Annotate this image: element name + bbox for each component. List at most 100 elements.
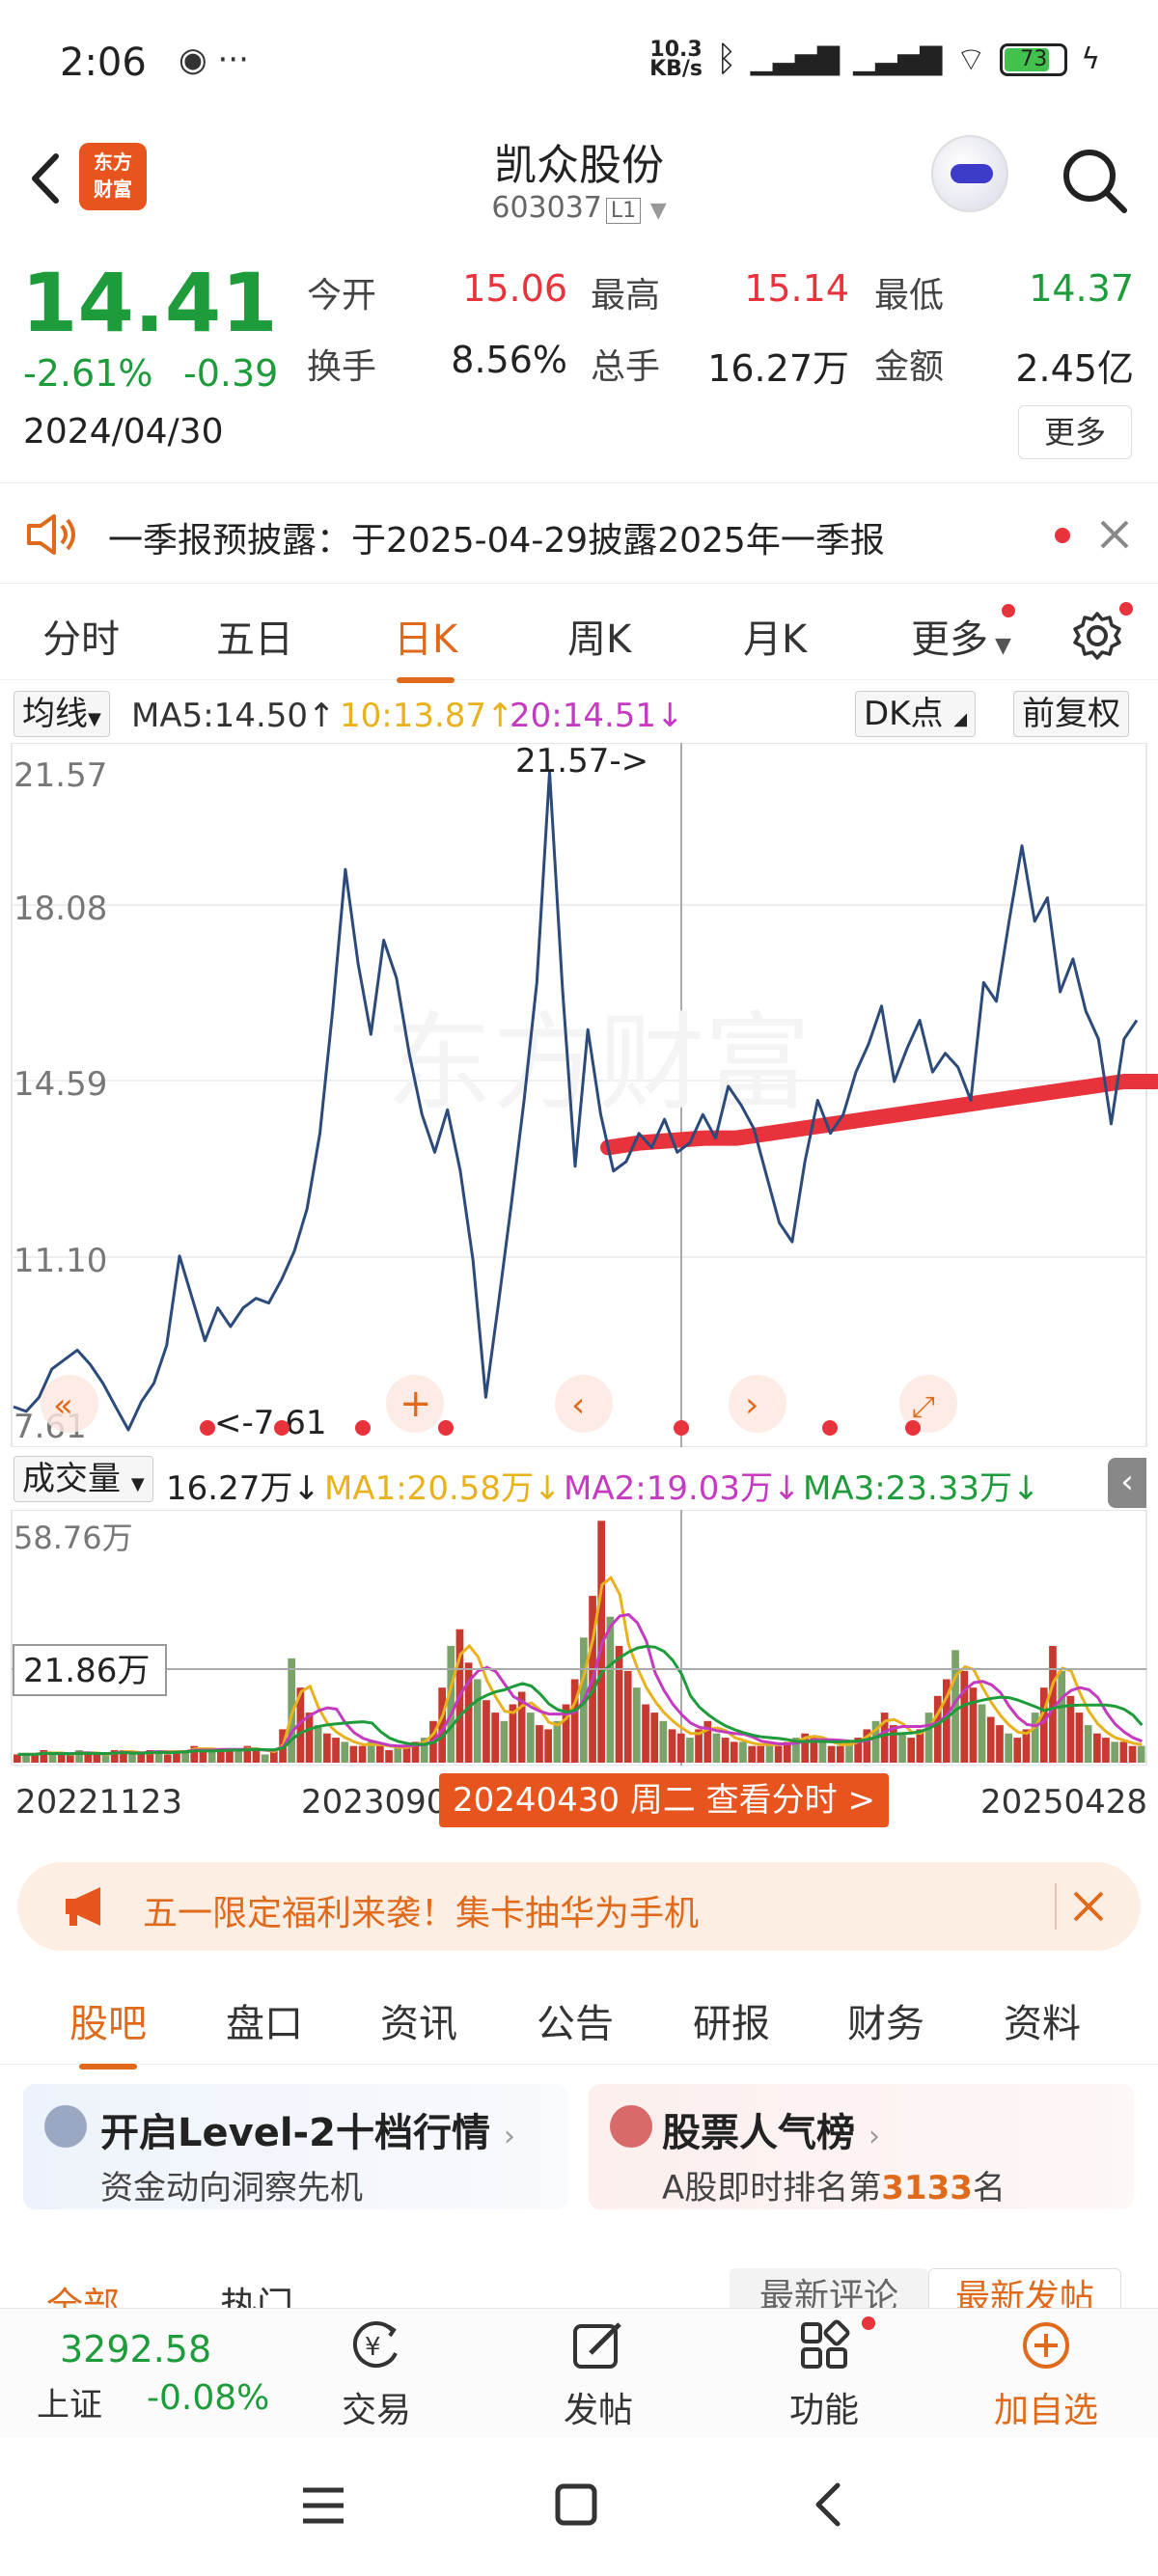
more-unread-dot [1002, 604, 1015, 617]
menu-icon[interactable] [299, 2484, 347, 2527]
more-quote-button[interactable]: 更多 [1018, 405, 1132, 459]
promo-text: 五一限定福利来袭！集卡抽华为手机 [143, 1894, 700, 1933]
status-bar: 2:06 ◉ ··· 10.3 KB/s ᛒ ▁▃▅▇ ▁▃▅▇ ⌔ 73 ϟ [0, 0, 1158, 125]
dk-point-button[interactable]: DK点 ◢ [855, 691, 977, 737]
level-badge: L1 [605, 198, 642, 224]
volume-chart[interactable]: 58.76万 21.86万 [0, 1509, 1158, 1767]
vol-ma3: MA3:23.33万↓ [803, 1469, 1040, 1508]
signal-dot [674, 1420, 689, 1436]
back-nav-icon[interactable] [809, 2480, 847, 2529]
period-tabs: 分时 五日 日K 周K 月K 更多 ▼ [0, 589, 1158, 683]
volume-bar [341, 1741, 349, 1763]
volume-bar [1005, 1733, 1012, 1763]
index-change[interactable]: -0.08% [147, 2378, 269, 2418]
volume-bar [261, 1754, 269, 1763]
k-line-chart[interactable]: 东方财富 21.57 18.08 14.59 11.10 7.61 21.57-… [0, 742, 1158, 1448]
level2-card[interactable]: 开启Level-2十档行情 › 资金动向洞察先机 [23, 2084, 568, 2209]
y-label-3: 14.59 [14, 1065, 107, 1104]
volume-bar [349, 1745, 358, 1763]
index-value[interactable]: 3292.58 [60, 2328, 211, 2370]
tab-monthly-k[interactable]: 月K [743, 608, 807, 664]
ma-type-selector[interactable]: 均线▼ [14, 691, 110, 737]
nav-function[interactable]: 功能 [757, 2318, 892, 2432]
zoom-in-button[interactable]: + [386, 1375, 444, 1433]
tab-five-day[interactable]: 五日 [216, 608, 293, 664]
open-label: 今开 [307, 276, 377, 315]
ma5-value: MA5:14.50↑ [131, 697, 336, 735]
volume-bar [536, 1725, 543, 1763]
volume-bar [491, 1713, 499, 1763]
tab-announcements[interactable]: 公告 [537, 1992, 614, 2048]
y-label-4: 11.10 [14, 1242, 107, 1280]
chevron-down-icon: ▼ [88, 709, 101, 729]
popularity-subtitle: A股即时排名第3133名 [662, 2169, 1006, 2207]
signal-2-icon: ▁▃▅▇ [852, 42, 943, 76]
open-value: 15.06 [462, 267, 567, 310]
home-icon[interactable] [554, 2482, 598, 2527]
volume-bar [1013, 1738, 1022, 1763]
tab-guba[interactable]: 股吧 [69, 1992, 147, 2069]
ma20-value: 20:14.51↓ [510, 697, 684, 735]
index-name[interactable]: 上证 [37, 2378, 102, 2425]
announcement-bar[interactable]: 一季报预披露：于2025-04-29披露2025年一季报 [0, 482, 1158, 584]
signal-dot [200, 1420, 215, 1436]
volume-bar [933, 1695, 942, 1763]
search-icon[interactable] [1057, 143, 1134, 220]
assistant-avatar[interactable] [931, 135, 1008, 212]
svg-text:‹: ‹ [571, 1385, 585, 1425]
volume-bar [757, 1745, 765, 1763]
nav-trade[interactable]: ¥ 交易 [309, 2318, 444, 2432]
tab-intraday[interactable]: 分时 [42, 608, 120, 664]
close-icon[interactable] [1098, 518, 1131, 551]
charging-icon: ϟ [1081, 42, 1100, 76]
turnover-value: 8.56% [451, 339, 567, 381]
megaphone-icon [66, 1887, 100, 1926]
popularity-card[interactable]: 股票人气榜 › A股即时排名第3133名 [589, 2084, 1134, 2209]
volume-bar [553, 1720, 562, 1763]
volume-bar [774, 1745, 783, 1763]
volume-bar [305, 1713, 314, 1763]
zoom-out-button[interactable]: « [41, 1375, 98, 1433]
axis-mid-date: 2023090 [301, 1783, 448, 1822]
adjust-mode-button[interactable]: 前复权 [1013, 691, 1129, 737]
settings-gear-icon[interactable] [1071, 610, 1123, 662]
bottom-nav: 3292.58 上证 -0.08% ¥ 交易 发帖 功能 加自选 [0, 2308, 1158, 2438]
trade-icon: ¥ [352, 2321, 398, 2368]
volume-bar [676, 1733, 685, 1763]
volume-bar [986, 1716, 995, 1763]
quote-panel: 14.41 -2.61% -0.39 2024/04/30 今开 15.06 最… [0, 246, 1158, 478]
volume-bar [527, 1713, 535, 1763]
signal-icon: ▁▃▅▇ [750, 42, 840, 76]
tab-more[interactable]: 更多 ▼ [911, 608, 1011, 664]
volume-bar [1128, 1745, 1137, 1763]
close-icon[interactable] [1071, 1889, 1106, 1924]
ma10-value: 10:13.87↑ [340, 697, 514, 735]
volume-bar [1111, 1741, 1118, 1763]
tab-pankou[interactable]: 盘口 [226, 1992, 303, 2048]
volume-type-selector[interactable]: 成交量 ▼ [14, 1456, 153, 1502]
speaker-icon [27, 514, 75, 555]
selected-date-badge[interactable]: 20240430 周二 查看分时 > [439, 1773, 889, 1827]
scroll-left-button[interactable]: ‹ [555, 1375, 613, 1433]
volume-bar [358, 1745, 367, 1763]
tab-profile[interactable]: 资料 [1004, 1992, 1081, 2048]
volume-indicator-row: 成交量 ▼ 16.27万↓ MA1:20.58万↓ MA2:19.03万↓ MA… [0, 1452, 1158, 1510]
scroll-right-button[interactable]: › [729, 1375, 786, 1433]
ranking-icon [610, 2105, 652, 2148]
tab-research[interactable]: 研报 [693, 1992, 770, 2048]
volume-top-label: 58.76万 [14, 1520, 133, 1556]
promo-banner[interactable]: 五一限定福利来袭！集卡抽华为手机 [17, 1862, 1141, 1951]
tab-finance[interactable]: 财务 [847, 1992, 924, 2048]
tab-news[interactable]: 资讯 [380, 1992, 457, 2048]
tab-weekly-k[interactable]: 周K [567, 608, 631, 664]
volume-bar [650, 1713, 659, 1763]
tab-daily-k[interactable]: 日K [394, 608, 457, 683]
unread-dot [1055, 528, 1070, 543]
nav-add-watchlist[interactable]: 加自选 [979, 2318, 1114, 2432]
collapse-panel-icon[interactable]: ‹ [1108, 1458, 1146, 1508]
chevron-down-icon: ▼ [988, 634, 1011, 658]
volume-bar [898, 1733, 906, 1763]
nav-post[interactable]: 发帖 [531, 2318, 666, 2432]
volume-bar [1075, 1713, 1084, 1763]
volume-bar [376, 1745, 384, 1763]
